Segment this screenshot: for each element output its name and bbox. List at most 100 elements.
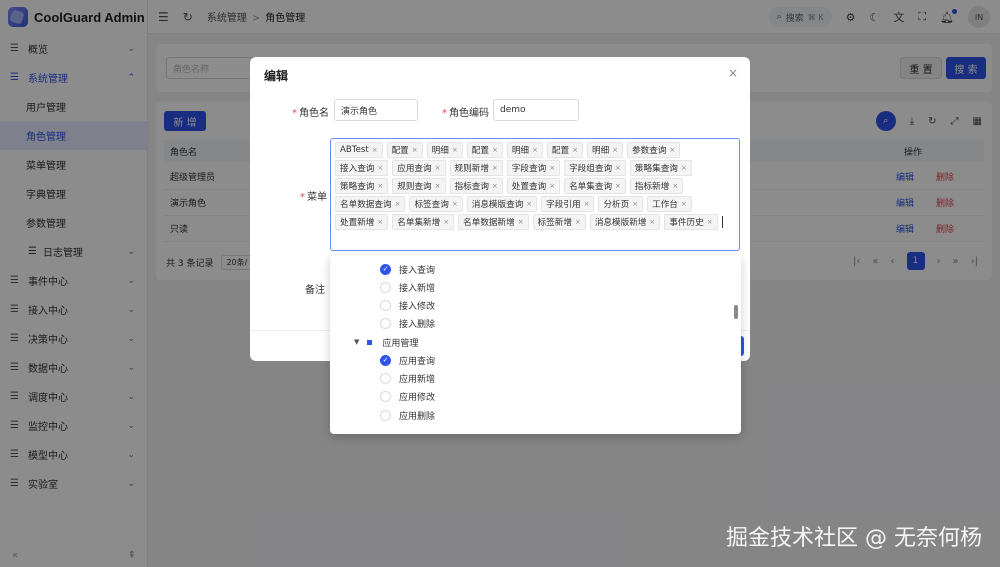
- checked-checkbox-icon[interactable]: ✓: [380, 263, 391, 275]
- tag-label: 事件历史: [669, 218, 704, 228]
- role-code-input[interactable]: demo: [493, 99, 579, 121]
- remark-label: 备注: [305, 285, 325, 296]
- tag-label: 配置: [471, 146, 489, 156]
- role-name-input[interactable]: 演示角色: [334, 99, 418, 121]
- tag-close-icon[interactable]: ×: [492, 164, 498, 172]
- tag-close-icon[interactable]: ×: [549, 182, 555, 190]
- role-name-label-text: 角色名: [299, 108, 329, 119]
- tag-close-icon[interactable]: ×: [707, 218, 713, 226]
- tag-label: 名单数据查询: [340, 200, 392, 210]
- checked-checkbox-icon[interactable]: ✓: [380, 354, 391, 366]
- tag-close-icon[interactable]: ×: [526, 200, 532, 208]
- required-mark: *: [300, 192, 305, 203]
- tag-close-icon[interactable]: ×: [452, 200, 458, 208]
- selected-menu-tag: 字段引用 ×: [541, 196, 595, 212]
- tag-close-icon[interactable]: ×: [412, 146, 418, 154]
- tag-label: 明细: [591, 146, 610, 156]
- selected-menu-tag: 标签查询 ×: [409, 196, 463, 212]
- selected-menu-tag: 应用查询 ×: [392, 160, 446, 176]
- tag-label: 处置新增: [340, 218, 375, 228]
- tag-close-icon[interactable]: ×: [377, 164, 383, 172]
- tag-close-icon[interactable]: ×: [672, 182, 678, 190]
- selected-menu-tag: 事件历史 ×: [664, 214, 718, 230]
- tree-node-label: 应用查询: [399, 356, 436, 367]
- tag-close-icon[interactable]: ×: [372, 146, 378, 154]
- tag-close-icon[interactable]: ×: [681, 164, 687, 172]
- tree-leaf-node[interactable]: 应用修改: [380, 387, 435, 405]
- watermark: 掘金技术社区 @ 无奈何杨: [726, 526, 982, 551]
- selected-menu-tag: 名单数据查询 ×: [335, 196, 406, 212]
- tag-label: 应用查询: [397, 164, 432, 174]
- tag-label: 指标查询: [454, 182, 489, 192]
- tag-close-icon[interactable]: ×: [395, 200, 401, 208]
- tag-close-icon[interactable]: ×: [452, 146, 458, 154]
- tag-close-icon[interactable]: ×: [492, 146, 498, 154]
- tree-parent-node[interactable]: ▼ 应用管理: [354, 333, 418, 351]
- tag-label: 字段引用: [546, 200, 581, 210]
- checkbox-icon[interactable]: [380, 409, 391, 421]
- selected-menu-tag: 消息模版查询 ×: [466, 196, 538, 212]
- checkbox-icon[interactable]: [380, 281, 391, 293]
- tag-close-icon[interactable]: ×: [435, 164, 441, 172]
- selected-menu-tag: 指标新增 ×: [629, 178, 684, 194]
- menu-tree-dropdown: ✓ 接入查询接入新增接入修改接入删除 ▼ 应用管理 ✓ 应用查询应用新增应用修改 应用删除: [330, 255, 741, 434]
- tag-label: 规则新增: [454, 164, 489, 174]
- close-icon[interactable]: ×: [728, 66, 738, 80]
- role-name-label: * 角色名: [292, 104, 329, 119]
- tree-leaf-node[interactable]: 应用新增: [380, 369, 435, 387]
- tag-close-icon[interactable]: ×: [435, 182, 441, 190]
- checkbox-icon[interactable]: [380, 390, 391, 402]
- menu-tree-select[interactable]: ABTest × 配置 × 明细 × 配置 × 明细 × 配置 × 明细 × 参数查询 × 接入查询 × 应用查询 ×…: [330, 138, 740, 251]
- tag-label: 工作台: [652, 200, 678, 210]
- indeterminate-icon: [367, 339, 373, 345]
- menu-label-text: 菜单: [307, 192, 327, 203]
- tree-leaf-node[interactable]: ✓ 接入查询: [380, 260, 435, 278]
- tree-leaf-node[interactable]: ✓ 应用查询: [380, 351, 435, 369]
- tree-node-label: 接入新增: [399, 283, 436, 294]
- expand-caret-icon[interactable]: ▼: [354, 338, 359, 346]
- tag-close-icon[interactable]: ×: [584, 200, 590, 208]
- selected-menu-tag: 工作台 ×: [647, 196, 692, 212]
- tag-close-icon[interactable]: ×: [612, 146, 618, 154]
- tag-close-icon[interactable]: ×: [669, 146, 675, 154]
- tree-leaf-node[interactable]: 接入修改: [380, 296, 435, 314]
- tag-close-icon[interactable]: ×: [532, 146, 538, 154]
- tag-close-icon[interactable]: ×: [549, 164, 555, 172]
- tag-label: 接入查询: [340, 164, 375, 174]
- tree-node-label: 接入查询: [399, 265, 436, 276]
- tag-close-icon[interactable]: ×: [649, 218, 655, 226]
- menu-label: * 菜单: [300, 188, 327, 203]
- tag-close-icon[interactable]: ×: [377, 218, 383, 226]
- modal-title: 编辑: [264, 69, 289, 83]
- checkbox-icon[interactable]: [380, 299, 391, 311]
- selected-menu-tag: 配置 ×: [546, 142, 583, 158]
- tag-close-icon[interactable]: ×: [377, 182, 383, 190]
- tree-node-label: 接入修改: [399, 301, 436, 312]
- tag-label: ABTest: [340, 145, 369, 155]
- tag-close-icon[interactable]: ×: [572, 146, 578, 154]
- scrollbar[interactable]: [734, 305, 738, 319]
- checkbox-icon[interactable]: [380, 317, 391, 329]
- tag-close-icon[interactable]: ×: [615, 164, 621, 172]
- tag-label: 标签新增: [537, 218, 572, 228]
- tag-close-icon[interactable]: ×: [518, 218, 524, 226]
- tree-node-label: 应用新增: [399, 374, 436, 385]
- selected-menu-tag: 策略查询 ×: [335, 178, 389, 194]
- tree-leaf-node[interactable]: 接入删除: [380, 314, 435, 332]
- tag-label: 字段组查询: [569, 164, 613, 174]
- selected-menu-tag: 配置 ×: [386, 142, 423, 158]
- role-code-label: * 角色编码: [442, 104, 489, 119]
- tag-close-icon[interactable]: ×: [615, 182, 621, 190]
- tree-leaf-node[interactable]: 接入新增: [380, 278, 435, 296]
- selected-menu-tag: 明细 ×: [586, 142, 624, 158]
- tag-label: 处置查询: [511, 182, 547, 192]
- tag-close-icon[interactable]: ×: [632, 200, 638, 208]
- tag-close-icon[interactable]: ×: [492, 182, 498, 190]
- tag-close-icon[interactable]: ×: [575, 218, 581, 226]
- tag-close-icon[interactable]: ×: [681, 200, 687, 208]
- tag-label: 分析页: [603, 200, 630, 210]
- tree-leaf-node[interactable]: 应用删除: [380, 406, 435, 424]
- tag-close-icon[interactable]: ×: [443, 218, 449, 226]
- checkbox-icon[interactable]: [380, 372, 391, 384]
- selected-menu-tag: 处置查询 ×: [506, 178, 561, 194]
